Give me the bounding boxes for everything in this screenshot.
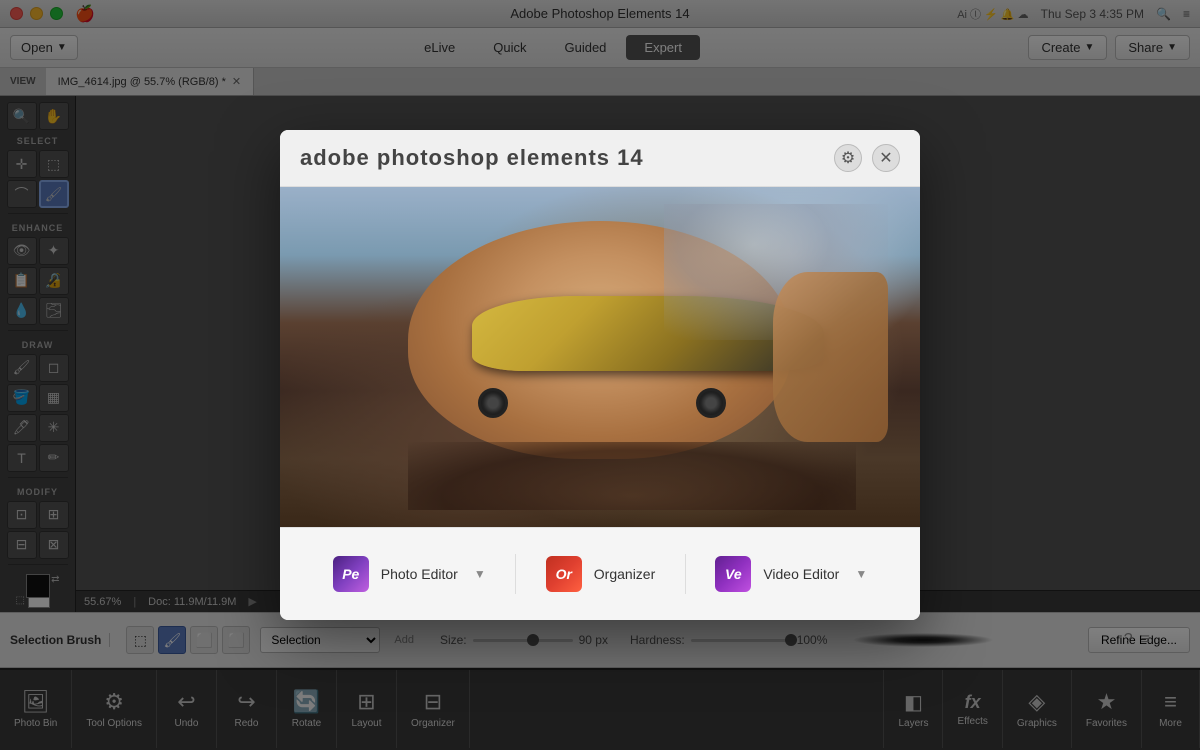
- dialog-header: adobe photoshop elements 14 ⚙ ✕: [280, 130, 920, 187]
- video-editor-name: Video Editor: [763, 566, 839, 582]
- video-editor-symbol: Ve: [725, 566, 742, 582]
- video-editor-dropdown-icon[interactable]: ▼: [855, 567, 867, 581]
- launcher-divider-2: [685, 554, 686, 594]
- photo-editor-name: Photo Editor: [381, 566, 458, 582]
- dialog-settings-button[interactable]: ⚙: [834, 144, 862, 172]
- organizer-launcher[interactable]: Or Organizer: [530, 548, 671, 600]
- dialog-header-buttons: ⚙ ✕: [834, 144, 900, 172]
- photo-editor-launcher[interactable]: Pe Photo Editor ▼: [317, 548, 502, 600]
- dialog-footer: Pe Photo Editor ▼ Or Organizer Ve Video …: [280, 527, 920, 620]
- dialog-close-button[interactable]: ✕: [872, 144, 900, 172]
- photo-editor-icon: Pe: [333, 556, 369, 592]
- photo-editor-dropdown-icon[interactable]: ▼: [474, 567, 486, 581]
- photo-editor-symbol: Pe: [342, 566, 359, 582]
- dialog-title-plain: adobe: [300, 145, 377, 170]
- dialog-overlay: adobe photoshop elements 14 ⚙ ✕: [0, 0, 1200, 750]
- photo-hand: [773, 272, 888, 442]
- gear-icon: ⚙: [841, 148, 855, 168]
- close-icon: ✕: [879, 148, 892, 168]
- photo-wheel-right: [696, 388, 726, 418]
- organizer-symbol: Or: [556, 566, 572, 582]
- organizer-icon-img: Or: [546, 556, 582, 592]
- welcome-dialog: adobe photoshop elements 14 ⚙ ✕: [280, 130, 920, 620]
- photo-shadow: [408, 442, 856, 510]
- dialog-photo: [280, 187, 920, 527]
- launcher-divider-1: [515, 554, 516, 594]
- video-editor-icon: Ve: [715, 556, 751, 592]
- organizer-name: Organizer: [594, 566, 655, 582]
- dialog-title-bold: photoshop elements 14: [377, 145, 644, 170]
- video-editor-launcher[interactable]: Ve Video Editor ▼: [699, 548, 883, 600]
- dialog-title: adobe photoshop elements 14: [300, 145, 644, 171]
